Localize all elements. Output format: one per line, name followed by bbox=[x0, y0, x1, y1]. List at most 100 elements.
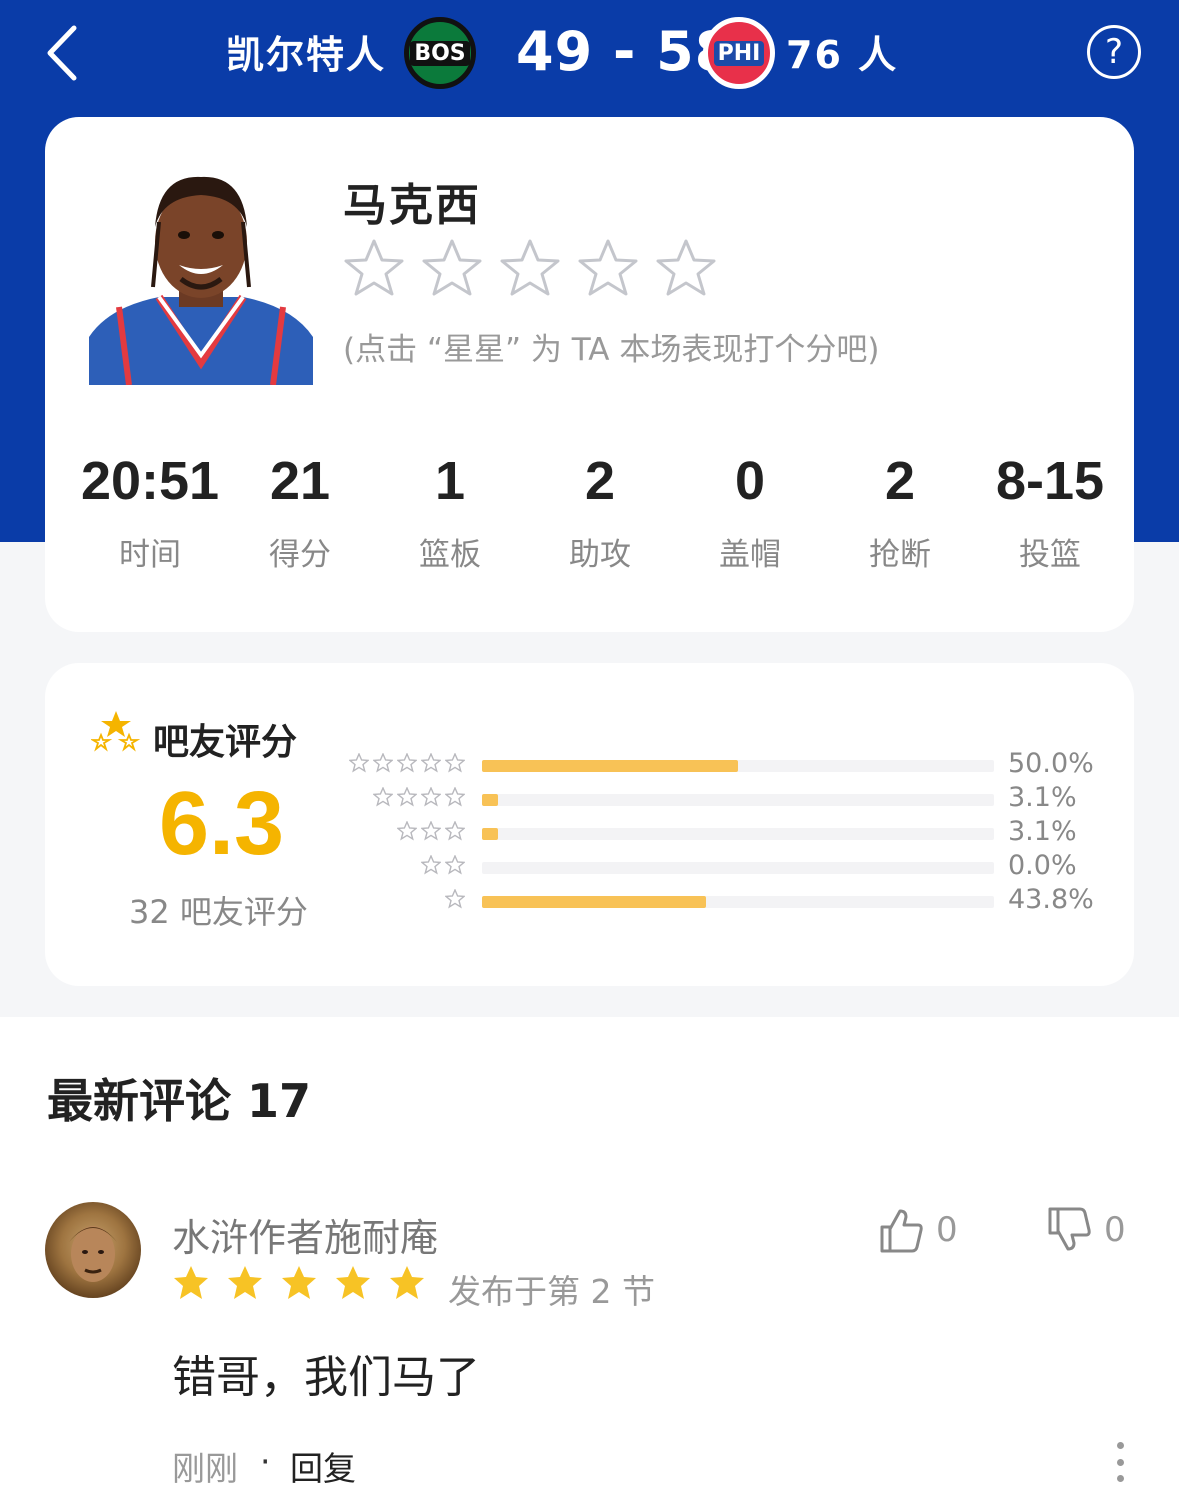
stat-value: 20:51 bbox=[80, 451, 220, 511]
row-stars bbox=[421, 855, 465, 875]
stat-blocks: 0 盖帽 bbox=[675, 449, 825, 574]
like-button[interactable]: 0 bbox=[876, 1205, 958, 1255]
commenter-avatar[interactable] bbox=[45, 1202, 141, 1298]
home-team-name[interactable]: 凯尔特人 bbox=[226, 24, 386, 79]
stat-label: 助攻 bbox=[569, 537, 631, 573]
rating-bar-track bbox=[482, 794, 994, 806]
thumbs-up-icon bbox=[880, 1209, 923, 1253]
avatar-face-icon bbox=[69, 1226, 117, 1282]
dislike-button[interactable]: 0 bbox=[1044, 1205, 1126, 1255]
fan-rating-card: 吧友评分 6.3 32 吧友评分 50.0% 3.1% 3.1% 0.0% 43.8% bbox=[45, 663, 1134, 986]
rate-star-3-icon[interactable] bbox=[499, 237, 561, 299]
away-team-name[interactable]: 76 人 bbox=[786, 24, 898, 79]
rate-star-5-icon[interactable] bbox=[655, 237, 717, 299]
rating-row-4-star: 3.1% bbox=[345, 782, 1105, 819]
player-name: 马克西 bbox=[343, 180, 481, 231]
row-stars bbox=[397, 821, 465, 841]
comment-separator: · bbox=[260, 1442, 271, 1481]
back-button[interactable] bbox=[40, 22, 90, 84]
rate-star-1-icon[interactable] bbox=[343, 237, 405, 299]
stat-rebounds: 1 篮板 bbox=[375, 449, 525, 574]
star-outline-icon bbox=[373, 787, 393, 807]
rating-bar-track bbox=[482, 862, 994, 874]
stars-cluster-icon bbox=[91, 711, 141, 752]
rating-row-1-star: 43.8% bbox=[345, 884, 1105, 921]
star-outline-icon bbox=[421, 821, 441, 841]
comment-time: 刚刚 bbox=[172, 1449, 238, 1488]
stat-steals: 2 抢断 bbox=[825, 449, 975, 574]
reply-button[interactable]: 回复 bbox=[290, 1442, 356, 1489]
game-header: 凯尔特人 BOS 49 - 58 PHI 76 人 ? bbox=[0, 0, 1179, 110]
rating-bar-fill bbox=[482, 896, 707, 908]
stat-value: 2 bbox=[884, 451, 916, 511]
player-card: 马克西 (点击 “星星” 为 TA 本场表现打个分吧) 20:51 时间 21 得分… bbox=[45, 117, 1134, 632]
rating-distribution: 50.0% 3.1% 3.1% 0.0% 43.8% bbox=[345, 748, 1105, 921]
star-filled-icon bbox=[174, 1266, 208, 1299]
comment-posted-period: 发布于第 2 节 bbox=[448, 1272, 655, 1311]
comment-text: 错哥，我们马了 bbox=[172, 1352, 480, 1403]
rating-bar-track bbox=[482, 760, 994, 772]
star-filled-icon bbox=[390, 1266, 424, 1299]
stat-label: 投篮 bbox=[1019, 537, 1081, 573]
rate-stars bbox=[343, 237, 717, 299]
stat-value: 2 bbox=[584, 451, 616, 511]
star-outline-icon bbox=[421, 787, 441, 807]
star-filled-icon bbox=[228, 1266, 262, 1299]
rating-percentage: 43.8% bbox=[1008, 884, 1094, 915]
star-outline-icon bbox=[445, 855, 465, 875]
star-outline-icon bbox=[349, 753, 369, 773]
star-outline-icon bbox=[397, 821, 417, 841]
star-outline-icon bbox=[445, 753, 465, 773]
comments-section: 最新评论 17 水浒作者施耐庵 发布于第 2 节 0 0 错哥，我们马了 刚刚 … bbox=[0, 1017, 1179, 1489]
rating-row-5-star: 50.0% bbox=[345, 748, 1105, 785]
rate-hint: (点击 “星星” 为 TA 本场表现打个分吧) bbox=[343, 332, 880, 368]
star-filled-icon bbox=[336, 1266, 370, 1299]
thumbs-down-icon bbox=[1048, 1207, 1091, 1251]
stat-value: 8-15 bbox=[995, 451, 1105, 511]
stat-label: 得分 bbox=[269, 537, 331, 573]
player-photo bbox=[89, 167, 313, 385]
star-filled-icon bbox=[282, 1266, 316, 1299]
row-stars bbox=[445, 889, 465, 909]
rating-bar-fill bbox=[482, 760, 738, 772]
bos-logo-text: BOS bbox=[410, 40, 470, 66]
row-stars bbox=[349, 753, 465, 773]
row-stars bbox=[373, 787, 465, 807]
rating-row-3-star: 3.1% bbox=[345, 816, 1105, 853]
star-outline-icon bbox=[421, 753, 441, 773]
question-icon: ? bbox=[1104, 32, 1124, 72]
comment-rating-stars bbox=[172, 1264, 426, 1302]
stat-value: 21 bbox=[269, 451, 331, 511]
rating-bar-fill bbox=[482, 794, 498, 806]
help-button[interactable]: ? bbox=[1087, 25, 1141, 79]
star-outline-icon bbox=[445, 787, 465, 807]
commenter-name[interactable]: 水浒作者施耐庵 bbox=[172, 1207, 438, 1262]
rate-star-2-icon[interactable] bbox=[421, 237, 483, 299]
rating-score: 6.3 bbox=[159, 774, 285, 874]
bos-team-logo[interactable]: BOS bbox=[404, 17, 476, 89]
rating-bar-fill bbox=[482, 828, 498, 840]
stat-label: 时间 bbox=[119, 537, 181, 573]
phi-logo-text: PHI bbox=[713, 40, 765, 66]
stat-value: 0 bbox=[734, 451, 766, 511]
chevron-left-icon bbox=[47, 25, 77, 81]
rating-percentage: 0.0% bbox=[1008, 850, 1077, 881]
player-stats: 20:51 时间 21 得分 1 篮板 2 助攻 0 盖帽 2 抢断 8-15 投篮 bbox=[75, 449, 1125, 574]
rating-bar-track bbox=[482, 828, 994, 840]
more-options-icon[interactable] bbox=[1108, 1442, 1132, 1482]
rate-star-4-icon[interactable] bbox=[577, 237, 639, 299]
stat-assists: 2 助攻 bbox=[525, 449, 675, 574]
star-outline-icon bbox=[445, 821, 465, 841]
rating-percentage: 3.1% bbox=[1008, 816, 1077, 847]
rating-percentage: 50.0% bbox=[1008, 748, 1094, 779]
stat-points: 21 得分 bbox=[225, 449, 375, 574]
phi-team-logo[interactable]: PHI bbox=[703, 17, 775, 89]
comments-title: 最新评论 17 bbox=[47, 1074, 312, 1128]
stat-minutes: 20:51 时间 bbox=[75, 449, 225, 574]
rating-count: 32 吧友评分 bbox=[129, 893, 308, 931]
rating-percentage: 3.1% bbox=[1008, 782, 1077, 813]
rating-row-2-star: 0.0% bbox=[345, 850, 1105, 887]
player-portrait-icon bbox=[89, 167, 313, 385]
stat-field-goals: 8-15 投篮 bbox=[975, 449, 1125, 574]
stat-label: 篮板 bbox=[419, 537, 481, 573]
